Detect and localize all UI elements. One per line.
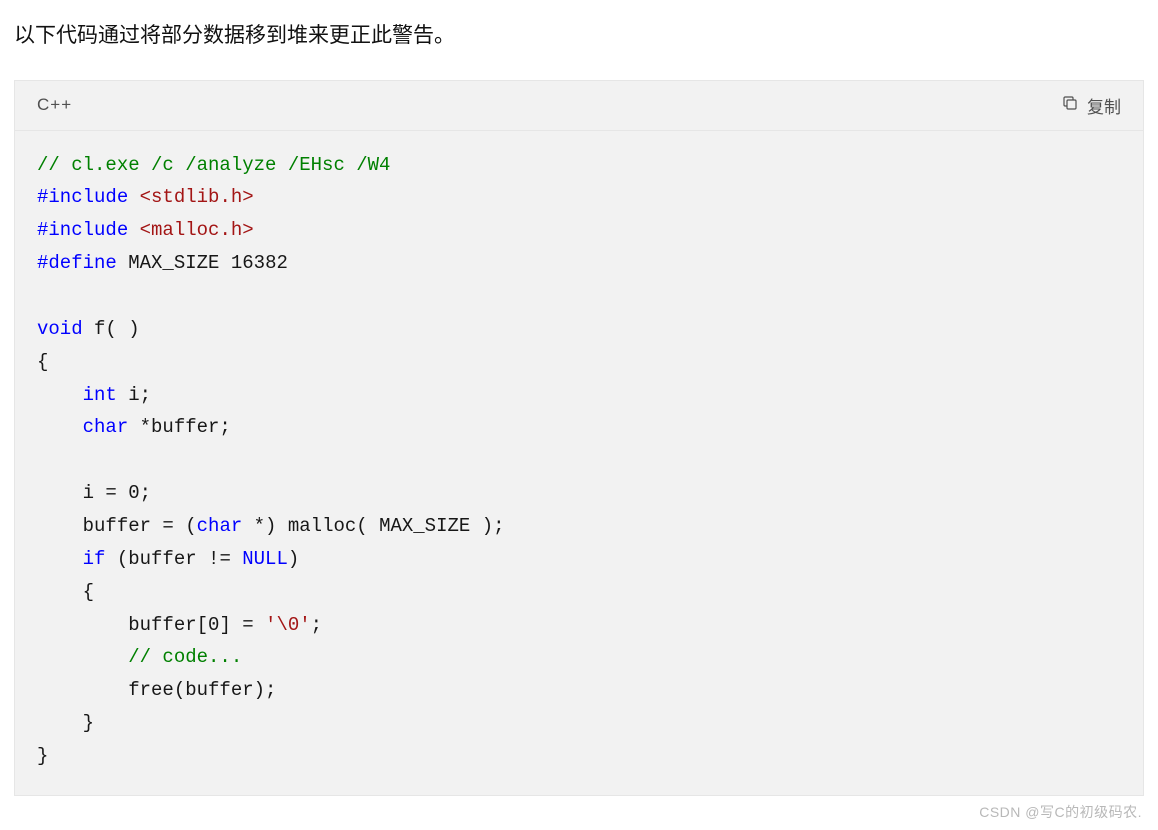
- copy-button[interactable]: 复制: [1061, 93, 1121, 118]
- code-block-header: C++ 复制: [15, 81, 1143, 131]
- code-language-label: C++: [37, 95, 72, 115]
- copy-icon: [1061, 94, 1079, 117]
- watermark: CSDN @写C的初级码农.: [979, 802, 1142, 822]
- code-block: C++ 复制 // cl.exe /c /analyze /EHsc /W4 #…: [14, 80, 1144, 796]
- code-content: // cl.exe /c /analyze /EHsc /W4 #include…: [15, 131, 1143, 795]
- intro-text: 以下代码通过将部分数据移到堆来更正此警告。: [14, 20, 1144, 52]
- copy-button-label: 复制: [1087, 93, 1121, 118]
